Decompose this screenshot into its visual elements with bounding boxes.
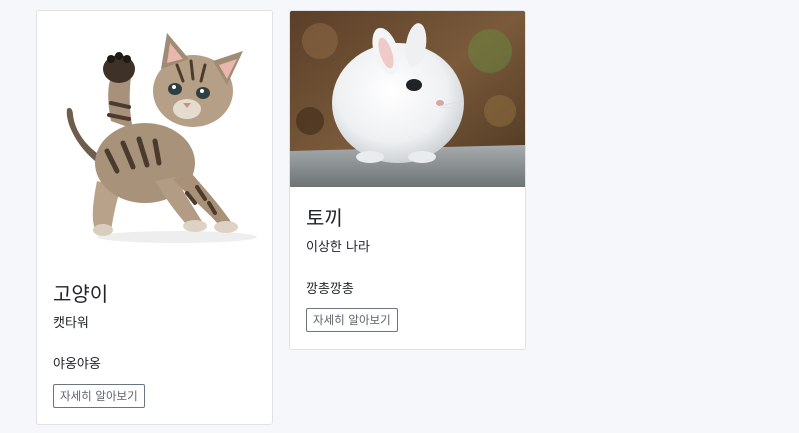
card-text: 야옹야옹 <box>53 357 101 372</box>
card-title: 고양이 <box>53 282 109 306</box>
rabbit-image <box>290 11 525 187</box>
cat-image <box>37 11 272 251</box>
card-text: 깡총깡총 <box>306 282 354 297</box>
card-cat: 고양이 캣타워 야옹야옹 자세히 알아보기 <box>36 10 273 425</box>
learn-more-button[interactable]: 자세히 알아보기 <box>306 308 398 332</box>
card-subtitle: 이상한 나라 <box>306 240 370 255</box>
learn-more-button[interactable]: 자세히 알아보기 <box>53 384 145 408</box>
card-title: 토끼 <box>306 206 343 230</box>
card-subtitle: 캣타워 <box>53 316 89 331</box>
card-rabbit: 토끼 이상한 나라 깡총깡총 자세히 알아보기 <box>289 10 526 350</box>
